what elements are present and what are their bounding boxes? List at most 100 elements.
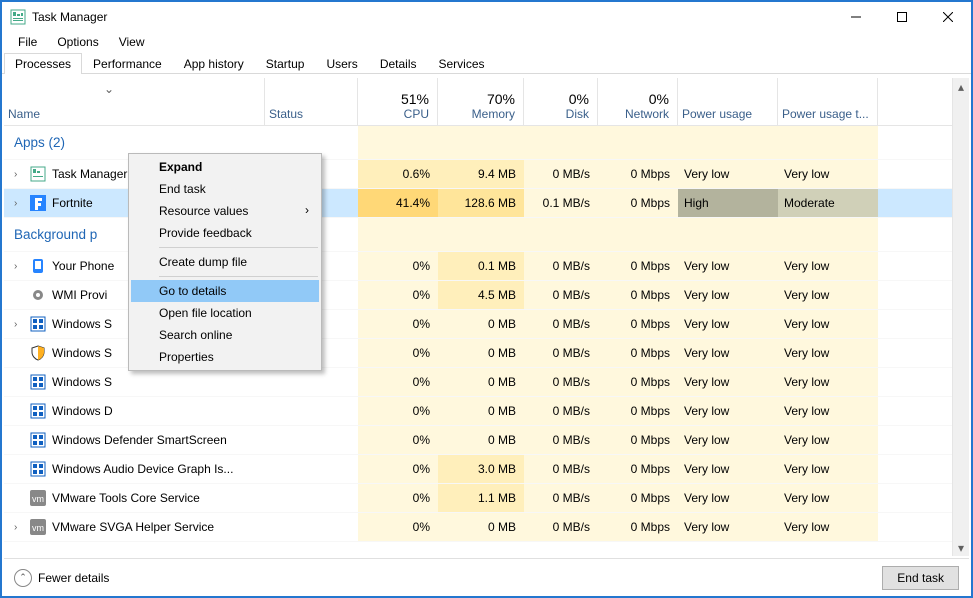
process-name: Windows S [52, 317, 112, 331]
context-item[interactable]: Properties [131, 346, 319, 368]
cell-power-trend: Very low [778, 339, 878, 367]
cell-cpu: 0% [358, 252, 438, 280]
cell-memory: 1.1 MB [438, 484, 524, 512]
process-icon [30, 287, 46, 303]
col-cpu[interactable]: 51%CPU [358, 78, 438, 125]
bottombar: ⌃ Fewer details End task [4, 558, 969, 596]
tab-app-history[interactable]: App history [173, 53, 255, 74]
cell-disk: 0 MB/s [524, 339, 598, 367]
cell-memory: 4.5 MB [438, 281, 524, 309]
process-icon [30, 461, 46, 477]
tab-performance[interactable]: Performance [82, 53, 173, 74]
vertical-scrollbar[interactable]: ▴ ▾ [952, 78, 969, 556]
close-button[interactable] [925, 2, 971, 32]
scroll-down-icon[interactable]: ▾ [953, 539, 969, 556]
chevron-right-icon[interactable]: › [14, 198, 24, 209]
col-network[interactable]: 0%Network [598, 78, 678, 125]
tab-processes[interactable]: Processes [4, 53, 82, 74]
process-name: Windows Defender SmartScreen [52, 433, 227, 447]
cell-power-trend: Very low [778, 426, 878, 454]
cell-memory: 3.0 MB [438, 455, 524, 483]
process-name: Task Manager [52, 167, 127, 181]
svg-text:vm: vm [32, 494, 44, 504]
menu-options[interactable]: Options [49, 33, 106, 51]
cell-memory: 128.6 MB [438, 189, 524, 217]
chevron-right-icon[interactable]: › [14, 169, 24, 180]
col-power[interactable]: Power usage [678, 78, 778, 125]
cell-cpu: 0.6% [358, 160, 438, 188]
table-row[interactable]: Windows D0%0 MB0 MB/s0 MbpsVery lowVery … [4, 397, 952, 426]
process-icon [30, 316, 46, 332]
chevron-right-icon[interactable]: › [14, 261, 24, 272]
cell-power: Very low [678, 397, 778, 425]
context-separator [159, 276, 318, 277]
cell-power: Very low [678, 160, 778, 188]
end-task-button[interactable]: End task [882, 566, 959, 590]
cell-power: Very low [678, 368, 778, 396]
cell-cpu: 0% [358, 455, 438, 483]
cell-power: Very low [678, 513, 778, 541]
tab-details[interactable]: Details [369, 53, 428, 74]
cell-power-trend: Very low [778, 160, 878, 188]
cell-disk: 0 MB/s [524, 397, 598, 425]
process-icon: vm [30, 519, 46, 535]
cell-memory: 0 MB [438, 339, 524, 367]
cell-disk: 0 MB/s [524, 310, 598, 338]
process-icon: vm [30, 490, 46, 506]
tab-users[interactable]: Users [315, 53, 368, 74]
menu-view[interactable]: View [111, 33, 153, 51]
chevron-right-icon[interactable]: › [14, 522, 24, 533]
col-status[interactable]: Status [265, 78, 358, 125]
cell-power: Very low [678, 310, 778, 338]
context-item[interactable]: Go to details [131, 280, 319, 302]
table-row[interactable]: Windows S0%0 MB0 MB/s0 MbpsVery lowVery … [4, 368, 952, 397]
col-power-trend[interactable]: Power usage t... [778, 78, 878, 125]
minimize-button[interactable] [833, 2, 879, 32]
svg-text:vm: vm [32, 523, 44, 533]
cell-network: 0 Mbps [598, 455, 678, 483]
cell-cpu: 0% [358, 310, 438, 338]
fewer-details-button[interactable]: ⌃ Fewer details [14, 569, 882, 587]
context-item[interactable]: Search online [131, 324, 319, 346]
window-controls [833, 2, 971, 32]
col-disk[interactable]: 0%Disk [524, 78, 598, 125]
context-item[interactable]: Open file location [131, 302, 319, 324]
table-row[interactable]: ›vmVMware SVGA Helper Service0%0 MB0 MB/… [4, 513, 952, 542]
cell-memory: 0 MB [438, 426, 524, 454]
table-row[interactable]: vmVMware Tools Core Service0%1.1 MB0 MB/… [4, 484, 952, 513]
context-item[interactable]: End task [131, 178, 319, 200]
cell-power: Very low [678, 484, 778, 512]
context-item[interactable]: Create dump file [131, 251, 319, 273]
cell-network: 0 Mbps [598, 426, 678, 454]
process-name: VMware SVGA Helper Service [52, 520, 214, 534]
col-memory[interactable]: 70%Memory [438, 78, 524, 125]
context-separator [159, 247, 318, 248]
cell-disk: 0.1 MB/s [524, 189, 598, 217]
chevron-right-icon[interactable]: › [14, 319, 24, 330]
cell-disk: 0 MB/s [524, 484, 598, 512]
cell-cpu: 0% [358, 426, 438, 454]
context-item[interactable]: Expand [131, 156, 319, 178]
process-name: WMI Provi [52, 288, 107, 302]
table-row[interactable]: Windows Defender SmartScreen0%0 MB0 MB/s… [4, 426, 952, 455]
menu-file[interactable]: File [10, 33, 45, 51]
cell-disk: 0 MB/s [524, 513, 598, 541]
context-item[interactable]: Resource values [131, 200, 319, 222]
scroll-up-icon[interactable]: ▴ [953, 78, 969, 95]
cell-disk: 0 MB/s [524, 252, 598, 280]
col-name[interactable]: ⌄ Name [4, 78, 265, 125]
process-name: Windows S [52, 375, 112, 389]
maximize-button[interactable] [879, 2, 925, 32]
table-row[interactable]: Windows Audio Device Graph Is...0%3.0 MB… [4, 455, 952, 484]
cell-network: 0 Mbps [598, 397, 678, 425]
process-icon [30, 432, 46, 448]
cell-disk: 0 MB/s [524, 281, 598, 309]
tab-startup[interactable]: Startup [255, 53, 316, 74]
cell-power-trend: Very low [778, 252, 878, 280]
context-item[interactable]: Provide feedback [131, 222, 319, 244]
cell-power-trend: Moderate [778, 189, 878, 217]
cell-cpu: 41.4% [358, 189, 438, 217]
tab-services[interactable]: Services [428, 53, 496, 74]
cell-cpu: 0% [358, 281, 438, 309]
cell-network: 0 Mbps [598, 252, 678, 280]
